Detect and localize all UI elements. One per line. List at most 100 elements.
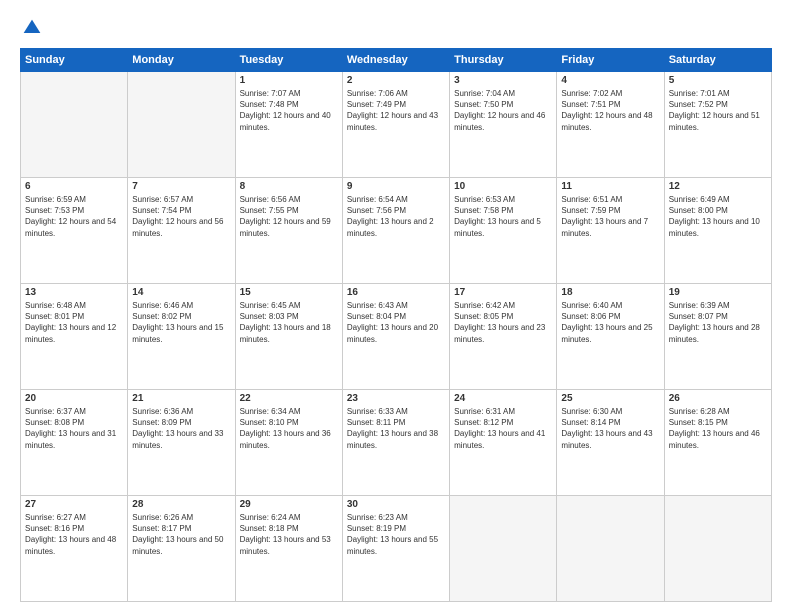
calendar-cell: 12 Sunrise: 6:49 AMSunset: 8:00 PMDayligh… [664,178,771,284]
day-info: Sunrise: 7:07 AMSunset: 7:48 PMDaylight:… [240,88,338,133]
week-row-2: 6Sunrise: 6:59 AMSunset: 7:53 PMDaylight… [21,178,772,284]
day-number: 20 [25,393,123,404]
calendar-cell: 1 Sunrise: 7:07 AMSunset: 7:48 PMDaylight… [235,72,342,178]
day-info: Sunrise: 6:36 AMSunset: 8:09 PMDaylight:… [132,406,230,451]
calendar-cell: 24Sunrise: 6:31 AMSunset: 8:12 PMDayligh… [450,390,557,496]
day-info: Sunrise: 6:43 AMSunset: 8:04 PMDaylight:… [347,300,445,345]
week-row-1: 1 Sunrise: 7:07 AMSunset: 7:48 PMDaylight… [21,72,772,178]
day-number: 6 [25,181,123,192]
day-number: 7 [132,181,230,192]
weekday-header-tuesday: Tuesday [235,49,342,72]
day-info: Sunrise: 6:46 AMSunset: 8:02 PMDaylight:… [132,300,230,345]
weekday-header-row: SundayMondayTuesdayWednesdayThursdayFrid… [21,49,772,72]
day-number: 16 [347,287,445,298]
day-info: Sunrise: 6:31 AMSunset: 8:12 PMDaylight:… [454,406,552,451]
calendar-cell: 25 Sunrise: 6:30 AMSunset: 8:14 PMDayligh… [557,390,664,496]
week-row-4: 20 Sunrise: 6:37 AMSunset: 8:08 PMDayligh… [21,390,772,496]
calendar-cell: 3 Sunrise: 7:04 AMSunset: 7:50 PMDaylight… [450,72,557,178]
day-number: 2 [347,75,445,86]
calendar-cell: 26 Sunrise: 6:28 AMSunset: 8:15 PMDayligh… [664,390,771,496]
day-info: Sunrise: 6:45 AMSunset: 8:03 PMDaylight:… [240,300,338,345]
day-number: 26 [669,393,767,404]
calendar-cell: 19 Sunrise: 6:39 AMSunset: 8:07 PMDayligh… [664,284,771,390]
calendar-cell: 20 Sunrise: 6:37 AMSunset: 8:08 PMDayligh… [21,390,128,496]
calendar-cell: 13 Sunrise: 6:48 AMSunset: 8:01 PMDayligh… [21,284,128,390]
calendar-cell [557,496,664,602]
day-number: 25 [561,393,659,404]
week-row-3: 13 Sunrise: 6:48 AMSunset: 8:01 PMDayligh… [21,284,772,390]
day-info: Sunrise: 7:01 AMSunset: 7:52 PMDaylight:… [669,88,767,133]
calendar-cell: 18Sunrise: 6:40 AMSunset: 8:06 PMDayligh… [557,284,664,390]
day-number: 15 [240,287,338,298]
day-number: 30 [347,499,445,510]
day-number: 8 [240,181,338,192]
day-info: Sunrise: 6:39 AMSunset: 8:07 PMDaylight:… [669,300,767,345]
calendar-cell: 10Sunrise: 6:53 AMSunset: 7:58 PMDayligh… [450,178,557,284]
calendar-cell: 29Sunrise: 6:24 AMSunset: 8:18 PMDayligh… [235,496,342,602]
day-info: Sunrise: 6:42 AMSunset: 8:05 PMDaylight:… [454,300,552,345]
calendar-cell [450,496,557,602]
calendar-cell: 16 Sunrise: 6:43 AMSunset: 8:04 PMDayligh… [342,284,449,390]
weekday-header-friday: Friday [557,49,664,72]
day-number: 19 [669,287,767,298]
calendar-cell: 22 Sunrise: 6:34 AMSunset: 8:10 PMDayligh… [235,390,342,496]
weekday-header-monday: Monday [128,49,235,72]
calendar-cell: 8 Sunrise: 6:56 AMSunset: 7:55 PMDaylight… [235,178,342,284]
day-info: Sunrise: 6:30 AMSunset: 8:14 PMDaylight:… [561,406,659,451]
day-info: Sunrise: 6:34 AMSunset: 8:10 PMDaylight:… [240,406,338,451]
page: SundayMondayTuesdayWednesdayThursdayFrid… [0,0,792,612]
weekday-header-sunday: Sunday [21,49,128,72]
calendar-cell [21,72,128,178]
logo [20,18,42,38]
day-number: 5 [669,75,767,86]
calendar-cell: 21 Sunrise: 6:36 AMSunset: 8:09 PMDayligh… [128,390,235,496]
day-number: 11 [561,181,659,192]
calendar-cell: 27Sunrise: 6:27 AMSunset: 8:16 PMDayligh… [21,496,128,602]
day-info: Sunrise: 7:02 AMSunset: 7:51 PMDaylight:… [561,88,659,133]
day-info: Sunrise: 6:37 AMSunset: 8:08 PMDaylight:… [25,406,123,451]
day-number: 21 [132,393,230,404]
day-info: Sunrise: 6:40 AMSunset: 8:06 PMDaylight:… [561,300,659,345]
logo-icon [22,18,42,38]
calendar-cell: 14 Sunrise: 6:46 AMSunset: 8:02 PMDayligh… [128,284,235,390]
day-number: 12 [669,181,767,192]
calendar-cell: 7 Sunrise: 6:57 AMSunset: 7:54 PMDaylight… [128,178,235,284]
day-info: Sunrise: 6:26 AMSunset: 8:17 PMDaylight:… [132,512,230,557]
calendar-cell: 2 Sunrise: 7:06 AMSunset: 7:49 PMDaylight… [342,72,449,178]
day-info: Sunrise: 7:06 AMSunset: 7:49 PMDaylight:… [347,88,445,133]
day-number: 14 [132,287,230,298]
day-info: Sunrise: 6:53 AMSunset: 7:58 PMDaylight:… [454,194,552,239]
calendar-table: SundayMondayTuesdayWednesdayThursdayFrid… [20,48,772,602]
day-info: Sunrise: 6:57 AMSunset: 7:54 PMDaylight:… [132,194,230,239]
day-info: Sunrise: 6:56 AMSunset: 7:55 PMDaylight:… [240,194,338,239]
calendar-cell: 30Sunrise: 6:23 AMSunset: 8:19 PMDayligh… [342,496,449,602]
day-number: 13 [25,287,123,298]
week-row-5: 27Sunrise: 6:27 AMSunset: 8:16 PMDayligh… [21,496,772,602]
day-number: 3 [454,75,552,86]
calendar-cell: 5 Sunrise: 7:01 AMSunset: 7:52 PMDaylight… [664,72,771,178]
calendar-cell: 4 Sunrise: 7:02 AMSunset: 7:51 PMDaylight… [557,72,664,178]
day-info: Sunrise: 7:04 AMSunset: 7:50 PMDaylight:… [454,88,552,133]
day-number: 27 [25,499,123,510]
calendar-cell [664,496,771,602]
calendar-cell: 17 Sunrise: 6:42 AMSunset: 8:05 PMDayligh… [450,284,557,390]
day-number: 1 [240,75,338,86]
calendar-cell: 15 Sunrise: 6:45 AMSunset: 8:03 PMDayligh… [235,284,342,390]
day-number: 4 [561,75,659,86]
calendar-cell: 23Sunrise: 6:33 AMSunset: 8:11 PMDayligh… [342,390,449,496]
day-number: 9 [347,181,445,192]
day-info: Sunrise: 6:54 AMSunset: 7:56 PMDaylight:… [347,194,445,239]
calendar-cell [128,72,235,178]
day-info: Sunrise: 6:33 AMSunset: 8:11 PMDaylight:… [347,406,445,451]
calendar-cell: 28 Sunrise: 6:26 AMSunset: 8:17 PMDayligh… [128,496,235,602]
day-info: Sunrise: 6:49 AMSunset: 8:00 PMDaylight:… [669,194,767,239]
calendar-cell: 6Sunrise: 6:59 AMSunset: 7:53 PMDaylight… [21,178,128,284]
calendar-cell: 9 Sunrise: 6:54 AMSunset: 7:56 PMDaylight… [342,178,449,284]
day-number: 22 [240,393,338,404]
calendar-cell: 11Sunrise: 6:51 AMSunset: 7:59 PMDayligh… [557,178,664,284]
day-info: Sunrise: 6:28 AMSunset: 8:15 PMDaylight:… [669,406,767,451]
day-number: 28 [132,499,230,510]
day-number: 17 [454,287,552,298]
day-info: Sunrise: 6:48 AMSunset: 8:01 PMDaylight:… [25,300,123,345]
day-info: Sunrise: 6:24 AMSunset: 8:18 PMDaylight:… [240,512,338,557]
